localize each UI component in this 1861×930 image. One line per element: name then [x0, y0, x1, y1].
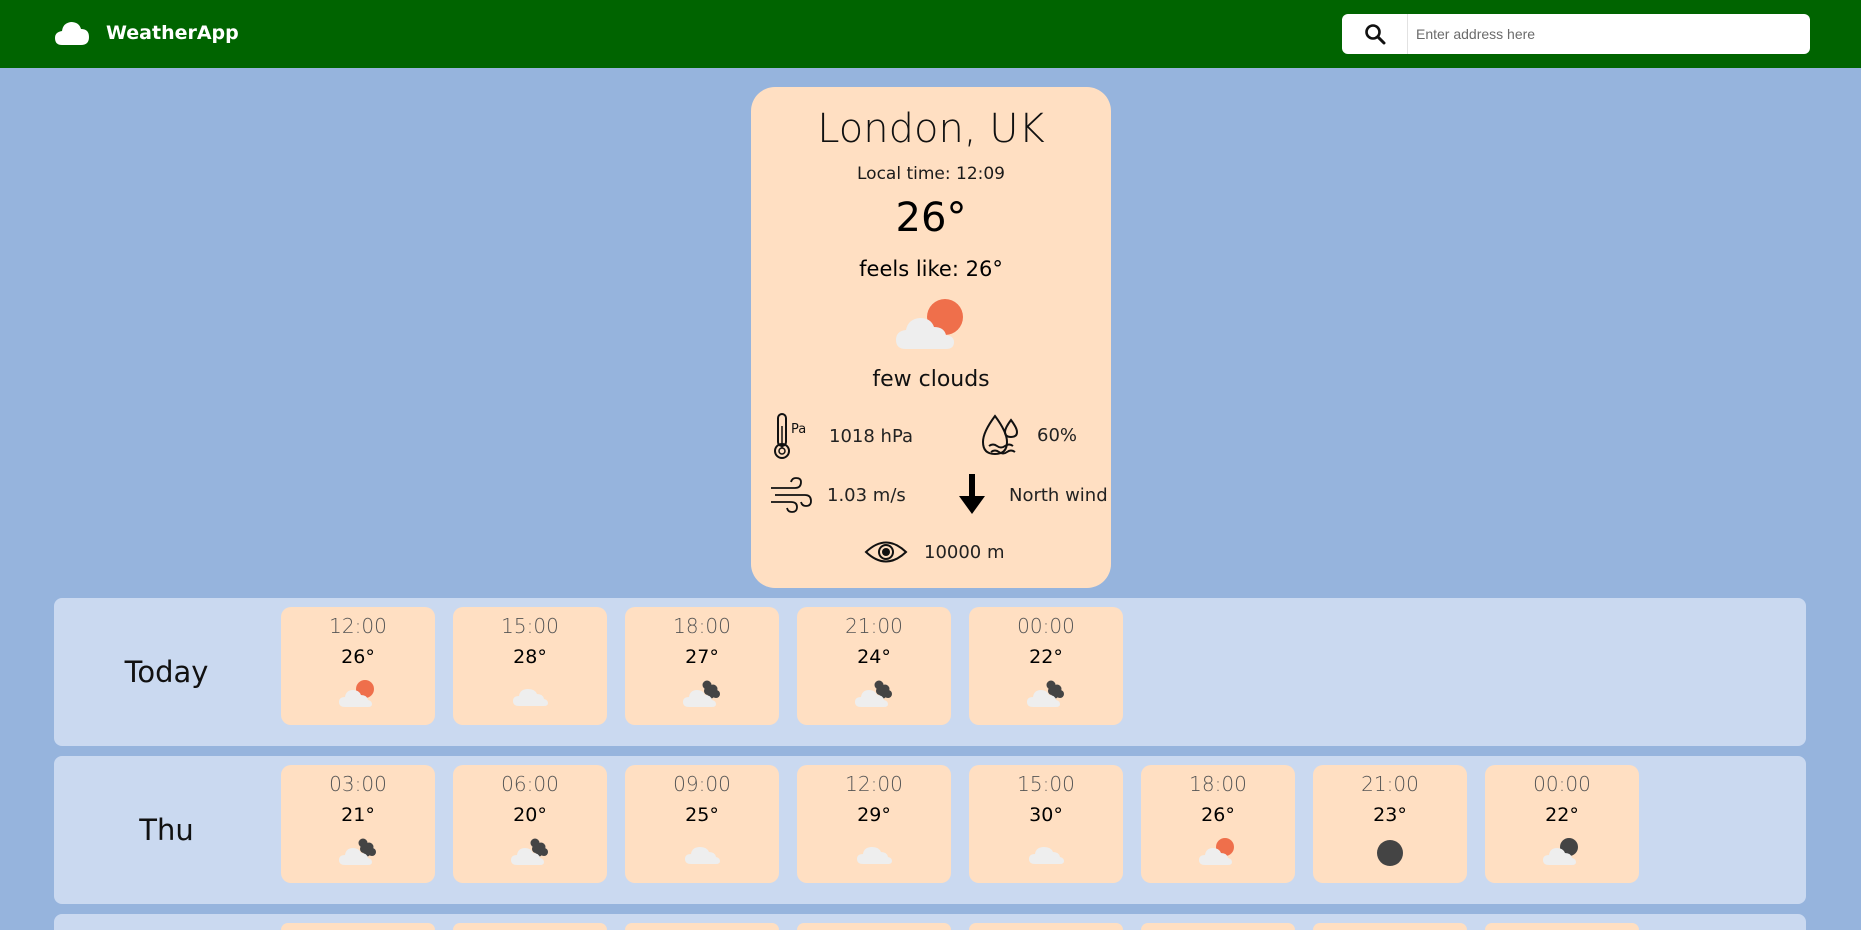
app-title: WeatherApp: [106, 22, 239, 44]
hourly-forecast-card[interactable]: 12:00 26°: [281, 607, 435, 725]
clouds-icon: [511, 679, 549, 709]
hourly-time: 12:00: [329, 614, 387, 638]
few-clouds-night-icon: [683, 679, 721, 709]
hourly-time: 03:00: [329, 772, 387, 796]
hourly-forecast-card[interactable]: [1485, 923, 1639, 930]
hourly-time: 09:00: [673, 772, 731, 796]
hourly-temperature: 28°: [513, 646, 547, 668]
hourly-time: 06:00: [501, 772, 559, 796]
clear-night-icon: [1371, 837, 1409, 867]
hourly-time: 18:00: [1189, 772, 1247, 796]
arrow-down-icon: [959, 474, 985, 514]
weather-description: few clouds: [872, 367, 990, 392]
few-clouds-day-icon: [1199, 837, 1237, 867]
hourly-time: 12:00: [845, 772, 903, 796]
search-button[interactable]: [1342, 14, 1408, 54]
few-clouds-night-icon: [855, 679, 893, 709]
forecast-day-row: Thu 03:00 21° 06:00 20° 09:00 25° 12:00 29° 15:00…: [54, 756, 1806, 904]
hourly-forecast-card[interactable]: 12:00 29°: [797, 765, 951, 883]
hourly-time: 21:00: [1361, 772, 1419, 796]
hourly-time: 00:00: [1533, 772, 1591, 796]
search-bar: [1342, 14, 1810, 54]
humidity-stat: 60%: [979, 412, 1077, 458]
hourly-temperature: 22°: [1029, 646, 1063, 668]
hourly-time: 21:00: [845, 614, 903, 638]
clouds-icon: [1027, 837, 1065, 867]
forecast-day-label: Today: [124, 655, 209, 689]
hourly-temperature: 29°: [857, 804, 891, 826]
hourly-forecast-card[interactable]: [969, 923, 1123, 930]
hourly-temperature: 25°: [685, 804, 719, 826]
hourly-forecast-card[interactable]: 21:00 23°: [1313, 765, 1467, 883]
hourly-temperature: 23°: [1373, 804, 1407, 826]
brand[interactable]: WeatherApp: [54, 18, 239, 48]
visibility-stat: 10000 m: [864, 539, 1005, 565]
hourly-temperature: 26°: [341, 646, 375, 668]
current-weather-card: London, UK Local time: 12:09 26° feels l…: [751, 87, 1111, 588]
pressure-thermometer-icon: Pa: [774, 413, 806, 459]
wind-speed-stat: 1.03 m/s: [769, 476, 906, 514]
navbar: WeatherApp: [0, 0, 1861, 68]
hourly-forecast-card[interactable]: 15:00 30°: [969, 765, 1123, 883]
hourly-forecast-card[interactable]: 09:00 25°: [625, 765, 779, 883]
hourly-forecast-card[interactable]: 00:00 22°: [969, 607, 1123, 725]
hourly-forecast-card[interactable]: [797, 923, 951, 930]
humidity-value: 60%: [1037, 424, 1078, 446]
visibility-value: 10000 m: [924, 541, 1005, 563]
clouds-icon: [855, 837, 893, 867]
hourly-forecast-card[interactable]: [625, 923, 779, 930]
hourly-time: 15:00: [501, 614, 559, 638]
city-name: London, UK: [817, 106, 1045, 152]
wind-speed-value: 1.03 m/s: [827, 484, 906, 506]
pressure-value: 1018 hPa: [829, 425, 914, 447]
hourly-forecast-card[interactable]: 03:00 21°: [281, 765, 435, 883]
pressure-stat: Pa 1018 hPa: [771, 412, 913, 460]
wind-direction-value: North wind: [1009, 484, 1108, 506]
hourly-forecast-card[interactable]: 18:00 26°: [1141, 765, 1295, 883]
search-icon: [1364, 24, 1385, 45]
hourly-temperature: 22°: [1545, 804, 1579, 826]
svg-text:Pa: Pa: [791, 422, 806, 437]
hourly-temperature: 27°: [685, 646, 719, 668]
current-temperature: 26°: [895, 195, 967, 241]
few-clouds-night-icon: [1027, 679, 1065, 709]
search-input[interactable]: [1408, 15, 1810, 53]
hourly-forecast-card[interactable]: 18:00 27°: [625, 607, 779, 725]
few-clouds-night-icon: [511, 837, 549, 867]
hourly-time: 15:00: [1017, 772, 1075, 796]
feels-like: feels like: 26°: [859, 257, 1003, 281]
forecast-day-label: Thu: [139, 813, 194, 847]
hourly-forecast-card[interactable]: 21:00 24°: [797, 607, 951, 725]
hourly-forecast-card[interactable]: 00:00 22°: [1485, 765, 1639, 883]
hourly-temperature: 30°: [1029, 804, 1063, 826]
eye-icon: [864, 541, 908, 563]
forecast-day-row: [54, 914, 1806, 930]
few-clouds-night-icon: [339, 837, 377, 867]
humidity-icon: [981, 414, 1019, 456]
hourly-forecast-card[interactable]: [1141, 923, 1295, 930]
cloud-logo-icon: [55, 22, 89, 45]
wind-direction-stat: North wind: [957, 474, 1108, 516]
hourly-time: 00:00: [1017, 614, 1075, 638]
hourly-temperature: 24°: [857, 646, 891, 668]
hourly-temperature: 20°: [513, 804, 547, 826]
wind-icon: [771, 477, 812, 513]
hourly-forecast-card[interactable]: [1313, 923, 1467, 930]
few-clouds-day-icon: [339, 679, 377, 709]
clouds-icon: [683, 837, 721, 867]
hourly-forecast-card[interactable]: 15:00 28°: [453, 607, 607, 725]
hourly-forecast-card[interactable]: [453, 923, 607, 930]
forecast-day-row: Today 12:00 26° 15:00 28° 18:00 27° 21:00 24° 00:…: [54, 598, 1806, 746]
hourly-temperature: 26°: [1201, 804, 1235, 826]
local-time: Local time: 12:09: [857, 164, 1005, 184]
hourly-forecast-card[interactable]: [281, 923, 435, 930]
hourly-temperature: 21°: [341, 804, 375, 826]
hourly-time: 18:00: [673, 614, 731, 638]
few-clouds-moon-icon: [1543, 837, 1581, 867]
hourly-forecast-card[interactable]: 06:00 20°: [453, 765, 607, 883]
few-clouds-day-icon: [896, 299, 963, 349]
